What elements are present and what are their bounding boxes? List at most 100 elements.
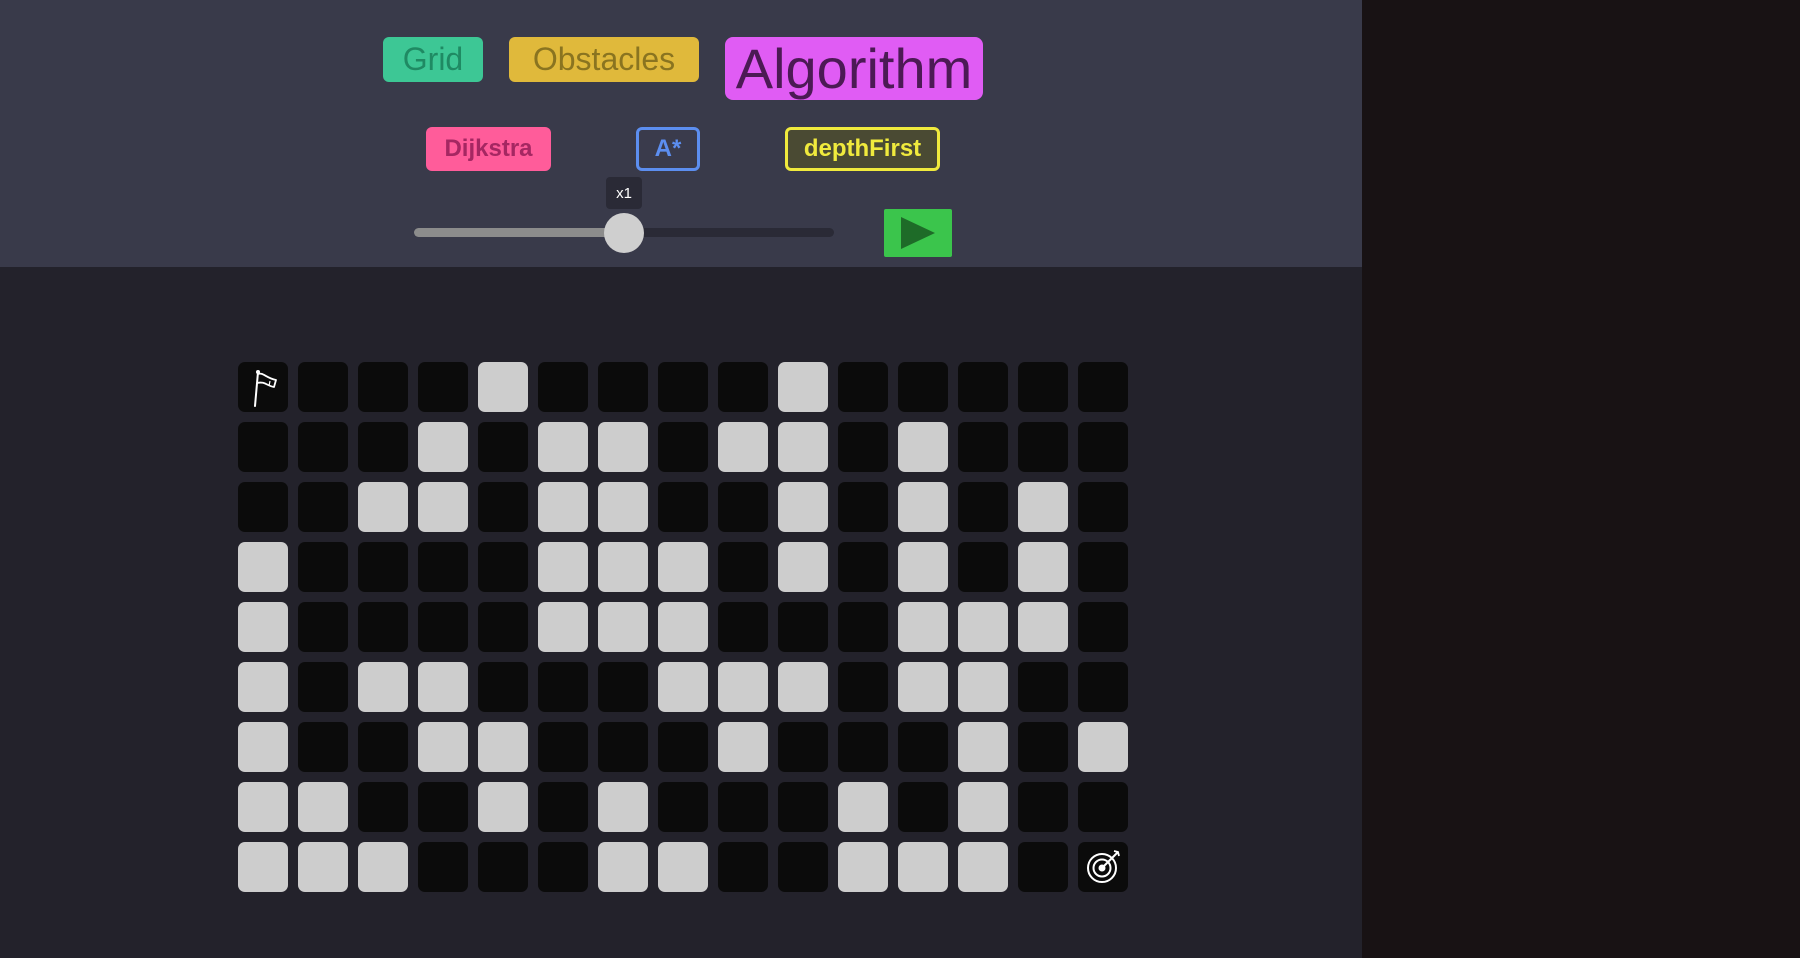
grid-cell-wall[interactable]: [778, 542, 828, 592]
grid-cell-empty[interactable]: [1078, 542, 1128, 592]
grid-cell-wall[interactable]: [478, 362, 528, 412]
grid-cell-empty[interactable]: [418, 362, 468, 412]
grid-cell-wall[interactable]: [898, 422, 948, 472]
grid-cell-empty[interactable]: [478, 842, 528, 892]
grid-cell-empty[interactable]: [838, 542, 888, 592]
grid-cell-wall[interactable]: [238, 542, 288, 592]
grid-cell-empty[interactable]: [298, 362, 348, 412]
grid-cell-wall[interactable]: [958, 722, 1008, 772]
grid-cell-empty[interactable]: [478, 422, 528, 472]
grid-cell-empty[interactable]: [538, 842, 588, 892]
grid-cell-empty[interactable]: [478, 662, 528, 712]
grid-cell-start[interactable]: [238, 362, 288, 412]
grid-cell-empty[interactable]: [358, 722, 408, 772]
depth-first-button[interactable]: depthFirst: [785, 127, 940, 171]
grid-cell-empty[interactable]: [1078, 362, 1128, 412]
dijkstra-button[interactable]: Dijkstra: [426, 127, 551, 171]
grid-cell-empty[interactable]: [838, 482, 888, 532]
grid-cell-empty[interactable]: [298, 422, 348, 472]
grid-cell-empty[interactable]: [358, 782, 408, 832]
grid-cell-wall[interactable]: [418, 662, 468, 712]
grid-cell-empty[interactable]: [1018, 662, 1068, 712]
grid-cell-wall[interactable]: [958, 662, 1008, 712]
grid-cell-wall[interactable]: [898, 602, 948, 652]
grid-cell-empty[interactable]: [658, 362, 708, 412]
grid-cell-wall[interactable]: [778, 362, 828, 412]
grid-cell-empty[interactable]: [1078, 482, 1128, 532]
grid-cell-wall[interactable]: [1018, 602, 1068, 652]
grid-cell-empty[interactable]: [658, 722, 708, 772]
grid-cell-empty[interactable]: [838, 362, 888, 412]
grid-cell-empty[interactable]: [658, 782, 708, 832]
grid-cell-empty[interactable]: [718, 362, 768, 412]
grid-cell-empty[interactable]: [778, 722, 828, 772]
grid-cell-wall[interactable]: [478, 722, 528, 772]
grid-cell-empty[interactable]: [598, 362, 648, 412]
grid-cell-wall[interactable]: [418, 482, 468, 532]
grid-cell-wall[interactable]: [718, 422, 768, 472]
grid-cell-wall[interactable]: [478, 782, 528, 832]
grid-cell-empty[interactable]: [298, 482, 348, 532]
grid-cell-empty[interactable]: [958, 542, 1008, 592]
grid-cell-empty[interactable]: [238, 482, 288, 532]
grid-cell-empty[interactable]: [538, 722, 588, 772]
grid-cell-empty[interactable]: [718, 482, 768, 532]
grid-cell-wall[interactable]: [358, 662, 408, 712]
tab-algorithm[interactable]: Algorithm: [725, 37, 983, 100]
grid-cell-empty[interactable]: [358, 542, 408, 592]
grid-cell-empty[interactable]: [598, 662, 648, 712]
grid-cell-empty[interactable]: [778, 782, 828, 832]
grid-cell-wall[interactable]: [238, 722, 288, 772]
grid-cell-empty[interactable]: [1078, 422, 1128, 472]
grid-cell-wall[interactable]: [598, 842, 648, 892]
speed-slider-thumb[interactable]: [604, 213, 644, 253]
grid-cell-empty[interactable]: [838, 722, 888, 772]
grid-cell-empty[interactable]: [838, 662, 888, 712]
grid-cell-wall[interactable]: [238, 662, 288, 712]
grid-cell-wall[interactable]: [358, 482, 408, 532]
grid-cell-empty[interactable]: [958, 362, 1008, 412]
grid-cell-empty[interactable]: [358, 422, 408, 472]
grid-cell-wall[interactable]: [358, 842, 408, 892]
grid-cell-empty[interactable]: [1078, 662, 1128, 712]
grid-cell-empty[interactable]: [538, 782, 588, 832]
grid-cell-wall[interactable]: [718, 722, 768, 772]
grid-cell-wall[interactable]: [838, 782, 888, 832]
grid-cell-empty[interactable]: [1018, 422, 1068, 472]
grid-cell-wall[interactable]: [1078, 722, 1128, 772]
grid-cell-empty[interactable]: [298, 722, 348, 772]
grid-cell-empty[interactable]: [358, 362, 408, 412]
play-button[interactable]: [884, 209, 952, 257]
grid-cell-wall[interactable]: [898, 842, 948, 892]
grid-cell-wall[interactable]: [298, 782, 348, 832]
tab-grid[interactable]: Grid: [383, 37, 483, 82]
grid-cell-empty[interactable]: [1018, 722, 1068, 772]
grid-cell-empty[interactable]: [1018, 842, 1068, 892]
grid-cell-wall[interactable]: [598, 782, 648, 832]
grid-cell-wall[interactable]: [958, 602, 1008, 652]
astar-button[interactable]: A*: [636, 127, 700, 171]
grid-cell-wall[interactable]: [658, 542, 708, 592]
grid-cell-wall[interactable]: [538, 422, 588, 472]
grid-cell-empty[interactable]: [718, 842, 768, 892]
grid-cell-wall[interactable]: [898, 662, 948, 712]
grid-cell-empty[interactable]: [898, 782, 948, 832]
grid-cell-empty[interactable]: [478, 602, 528, 652]
grid-cell-empty[interactable]: [778, 842, 828, 892]
grid-cell-empty[interactable]: [538, 362, 588, 412]
grid-cell-wall[interactable]: [598, 542, 648, 592]
grid-cell-empty[interactable]: [298, 602, 348, 652]
grid-cell-wall[interactable]: [418, 722, 468, 772]
grid-cell-empty[interactable]: [298, 662, 348, 712]
grid-cell-wall[interactable]: [658, 842, 708, 892]
grid-cell-wall[interactable]: [958, 842, 1008, 892]
grid-cell-empty[interactable]: [538, 662, 588, 712]
grid-cell-wall[interactable]: [418, 422, 468, 472]
grid-cell-empty[interactable]: [838, 422, 888, 472]
grid-cell-empty[interactable]: [1018, 362, 1068, 412]
grid-cell-empty[interactable]: [418, 842, 468, 892]
grid-cell-empty[interactable]: [238, 422, 288, 472]
grid-cell-wall[interactable]: [1018, 542, 1068, 592]
tab-obstacles[interactable]: Obstacles: [509, 37, 699, 82]
grid-cell-wall[interactable]: [598, 602, 648, 652]
